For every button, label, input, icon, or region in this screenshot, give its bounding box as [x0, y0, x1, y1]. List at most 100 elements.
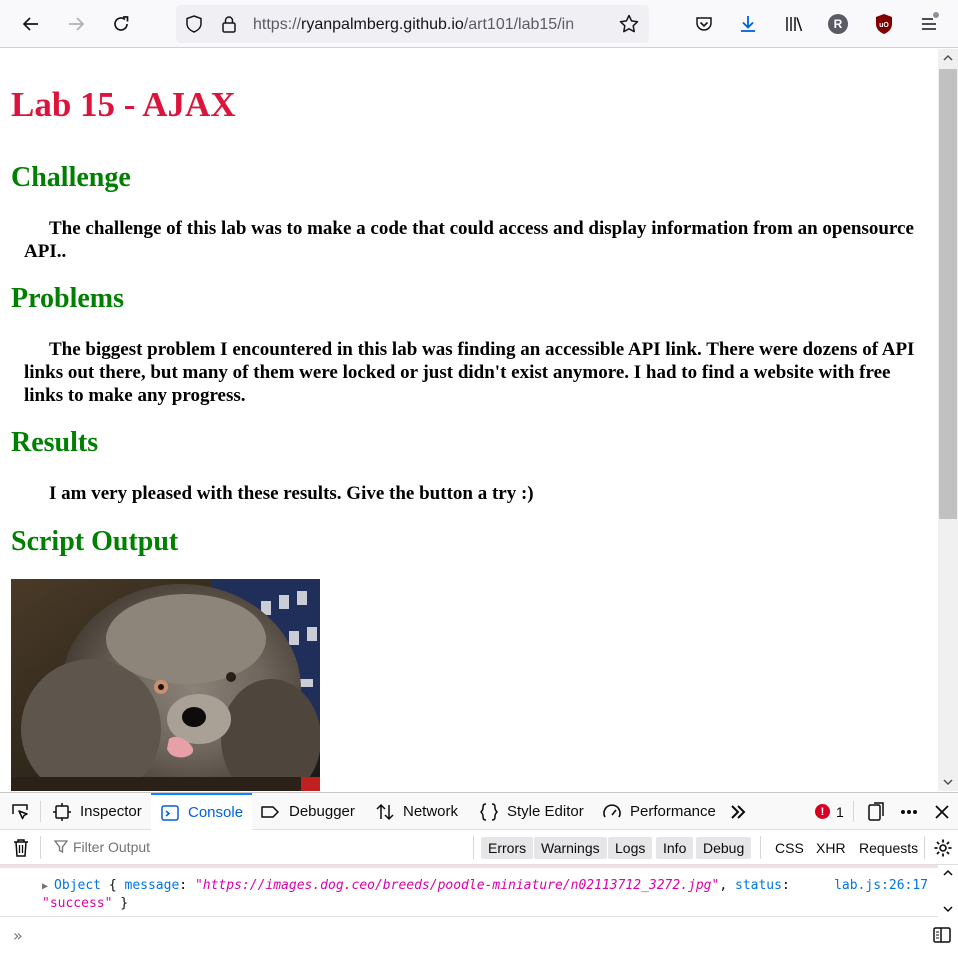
svg-text:uO: uO — [879, 22, 889, 29]
bookmark-star-icon[interactable] — [618, 13, 640, 39]
log-source-link[interactable]: lab.js:26:17 — [834, 878, 928, 893]
dog-image — [11, 579, 320, 791]
filter-debug-button[interactable]: Debug — [696, 837, 752, 859]
library-button[interactable] — [778, 8, 810, 40]
error-icon: ! — [815, 804, 830, 819]
downloads-button[interactable] — [732, 8, 764, 40]
console-settings-button[interactable] — [933, 838, 953, 861]
tab-inspector-label: Inspector — [80, 803, 142, 820]
lock-icon[interactable] — [219, 14, 239, 38]
console-icon — [161, 804, 179, 821]
tab-network[interactable]: Network — [375, 793, 458, 830]
tab-performance[interactable]: Performance — [602, 793, 716, 830]
close-devtools-button[interactable] — [933, 793, 951, 830]
page-viewport: Lab 15 - AJAX Challenge The challenge of… — [0, 49, 938, 791]
filter-requests-button[interactable]: Requests — [859, 837, 918, 859]
log-message-key: message — [124, 878, 180, 893]
paragraph-results: I am very pleased with these results. Gi… — [49, 483, 534, 504]
log-status-value: "success" — [42, 896, 113, 911]
style-editor-icon — [479, 802, 499, 821]
update-dot-icon — [933, 12, 939, 18]
heading-problems: Problems — [11, 283, 125, 314]
shield-icon[interactable] — [184, 14, 204, 38]
tab-performance-label: Performance — [630, 803, 716, 820]
scroll-up-button[interactable] — [938, 49, 958, 67]
console-scroll-arrows-icon — [943, 869, 953, 913]
filter-divider — [473, 836, 474, 859]
filter-css-button[interactable]: CSS — [775, 837, 804, 859]
dock-side-icon — [868, 801, 884, 821]
tab-style-editor[interactable]: Style Editor — [479, 793, 584, 830]
reload-icon — [114, 16, 129, 31]
tab-console-label: Console — [188, 804, 244, 821]
trash-icon — [14, 839, 28, 857]
arrow-right-icon — [69, 17, 85, 31]
expand-triangle-icon[interactable]: ▶ — [42, 881, 54, 892]
download-icon — [741, 16, 755, 32]
log-object-label: Object — [54, 878, 102, 893]
log-open-brace: { — [101, 878, 125, 893]
log-message[interactable]: ▶ Object { message: "https://images.dog.… — [42, 878, 790, 893]
menu-button[interactable] — [913, 8, 945, 40]
pocket-button[interactable] — [688, 8, 720, 40]
browser-toolbar: https://ryanpalmberg.github.io/art101/la… — [0, 0, 958, 48]
dock-options-button[interactable] — [866, 793, 886, 830]
library-icon — [786, 17, 803, 32]
filter-funnel-icon — [53, 840, 69, 857]
element-picker-button[interactable] — [10, 793, 30, 830]
log-message-value: "https://images.dog.ceo/breeds/poodle-mi… — [194, 878, 720, 893]
filter-logs-button[interactable]: Logs — [608, 837, 653, 859]
heading-challenge: Challenge — [11, 162, 131, 193]
filter-xhr-button[interactable]: XHR — [816, 837, 846, 859]
back-button[interactable] — [15, 8, 47, 40]
more-tabs-button[interactable] — [728, 793, 748, 830]
gear-icon — [934, 839, 952, 857]
previous-message-edge — [0, 865, 938, 868]
paragraph-problems: The biggest problem I encountered in thi… — [24, 339, 915, 406]
url-path: /art101/lab15/in — [463, 16, 575, 33]
pocket-icon — [696, 17, 712, 31]
console-scrollbar[interactable] — [938, 865, 958, 917]
filter-divider — [40, 836, 41, 859]
ublock-button[interactable]: uO — [868, 8, 900, 40]
tab-debugger-label: Debugger — [289, 803, 355, 820]
account-button[interactable]: R — [822, 8, 854, 40]
filter-output-input[interactable]: Filter Output — [73, 839, 150, 855]
element-picker-icon — [12, 803, 28, 819]
error-count-badge[interactable]: ! 1 — [815, 793, 844, 830]
scroll-thumb[interactable] — [939, 69, 957, 519]
inspector-icon — [53, 802, 71, 821]
heading-results: Results — [11, 427, 99, 458]
log-close-brace: } — [112, 896, 129, 911]
scroll-down-button[interactable] — [938, 773, 958, 791]
chevron-up-icon — [943, 54, 953, 61]
console-output: ▶ Object { message: "https://images.dog.… — [0, 865, 938, 917]
debugger-icon — [261, 805, 279, 818]
filter-errors-button[interactable]: Errors — [481, 837, 534, 859]
reload-button[interactable] — [105, 8, 137, 40]
tab-network-label: Network — [403, 803, 459, 820]
ublock-shield-icon: uO — [876, 14, 892, 34]
poodle-photo — [11, 579, 320, 791]
filter-info-button[interactable]: Info — [656, 837, 694, 859]
avatar: R — [828, 14, 848, 34]
console-input-row[interactable]: » — [0, 918, 958, 963]
log-message-continued: "success" } — [42, 896, 128, 911]
log-colon: : — [179, 878, 195, 893]
clear-console-button[interactable] — [12, 838, 30, 861]
console-filter-bar: Filter Output Errors Warnings Logs Info … — [0, 830, 958, 865]
prompt-chevron-icon: » — [13, 926, 23, 945]
page-scrollbar[interactable] — [938, 49, 958, 791]
tab-console[interactable]: Console — [151, 793, 253, 830]
network-icon — [376, 803, 394, 820]
filter-warnings-button[interactable]: Warnings — [534, 837, 607, 859]
devtools-menu-button[interactable] — [899, 793, 919, 830]
forward-button[interactable] — [60, 8, 92, 40]
editor-mode-button[interactable] — [932, 926, 952, 948]
url-text[interactable]: https://ryanpalmberg.github.io/art101/la… — [253, 15, 613, 35]
arrow-left-icon — [22, 17, 38, 31]
url-bar[interactable]: https://ryanpalmberg.github.io/art101/la… — [176, 5, 649, 43]
url-host: ryanpalmberg.github.io — [301, 16, 464, 33]
tab-inspector[interactable]: Inspector — [52, 793, 142, 830]
tab-debugger[interactable]: Debugger — [259, 793, 355, 830]
